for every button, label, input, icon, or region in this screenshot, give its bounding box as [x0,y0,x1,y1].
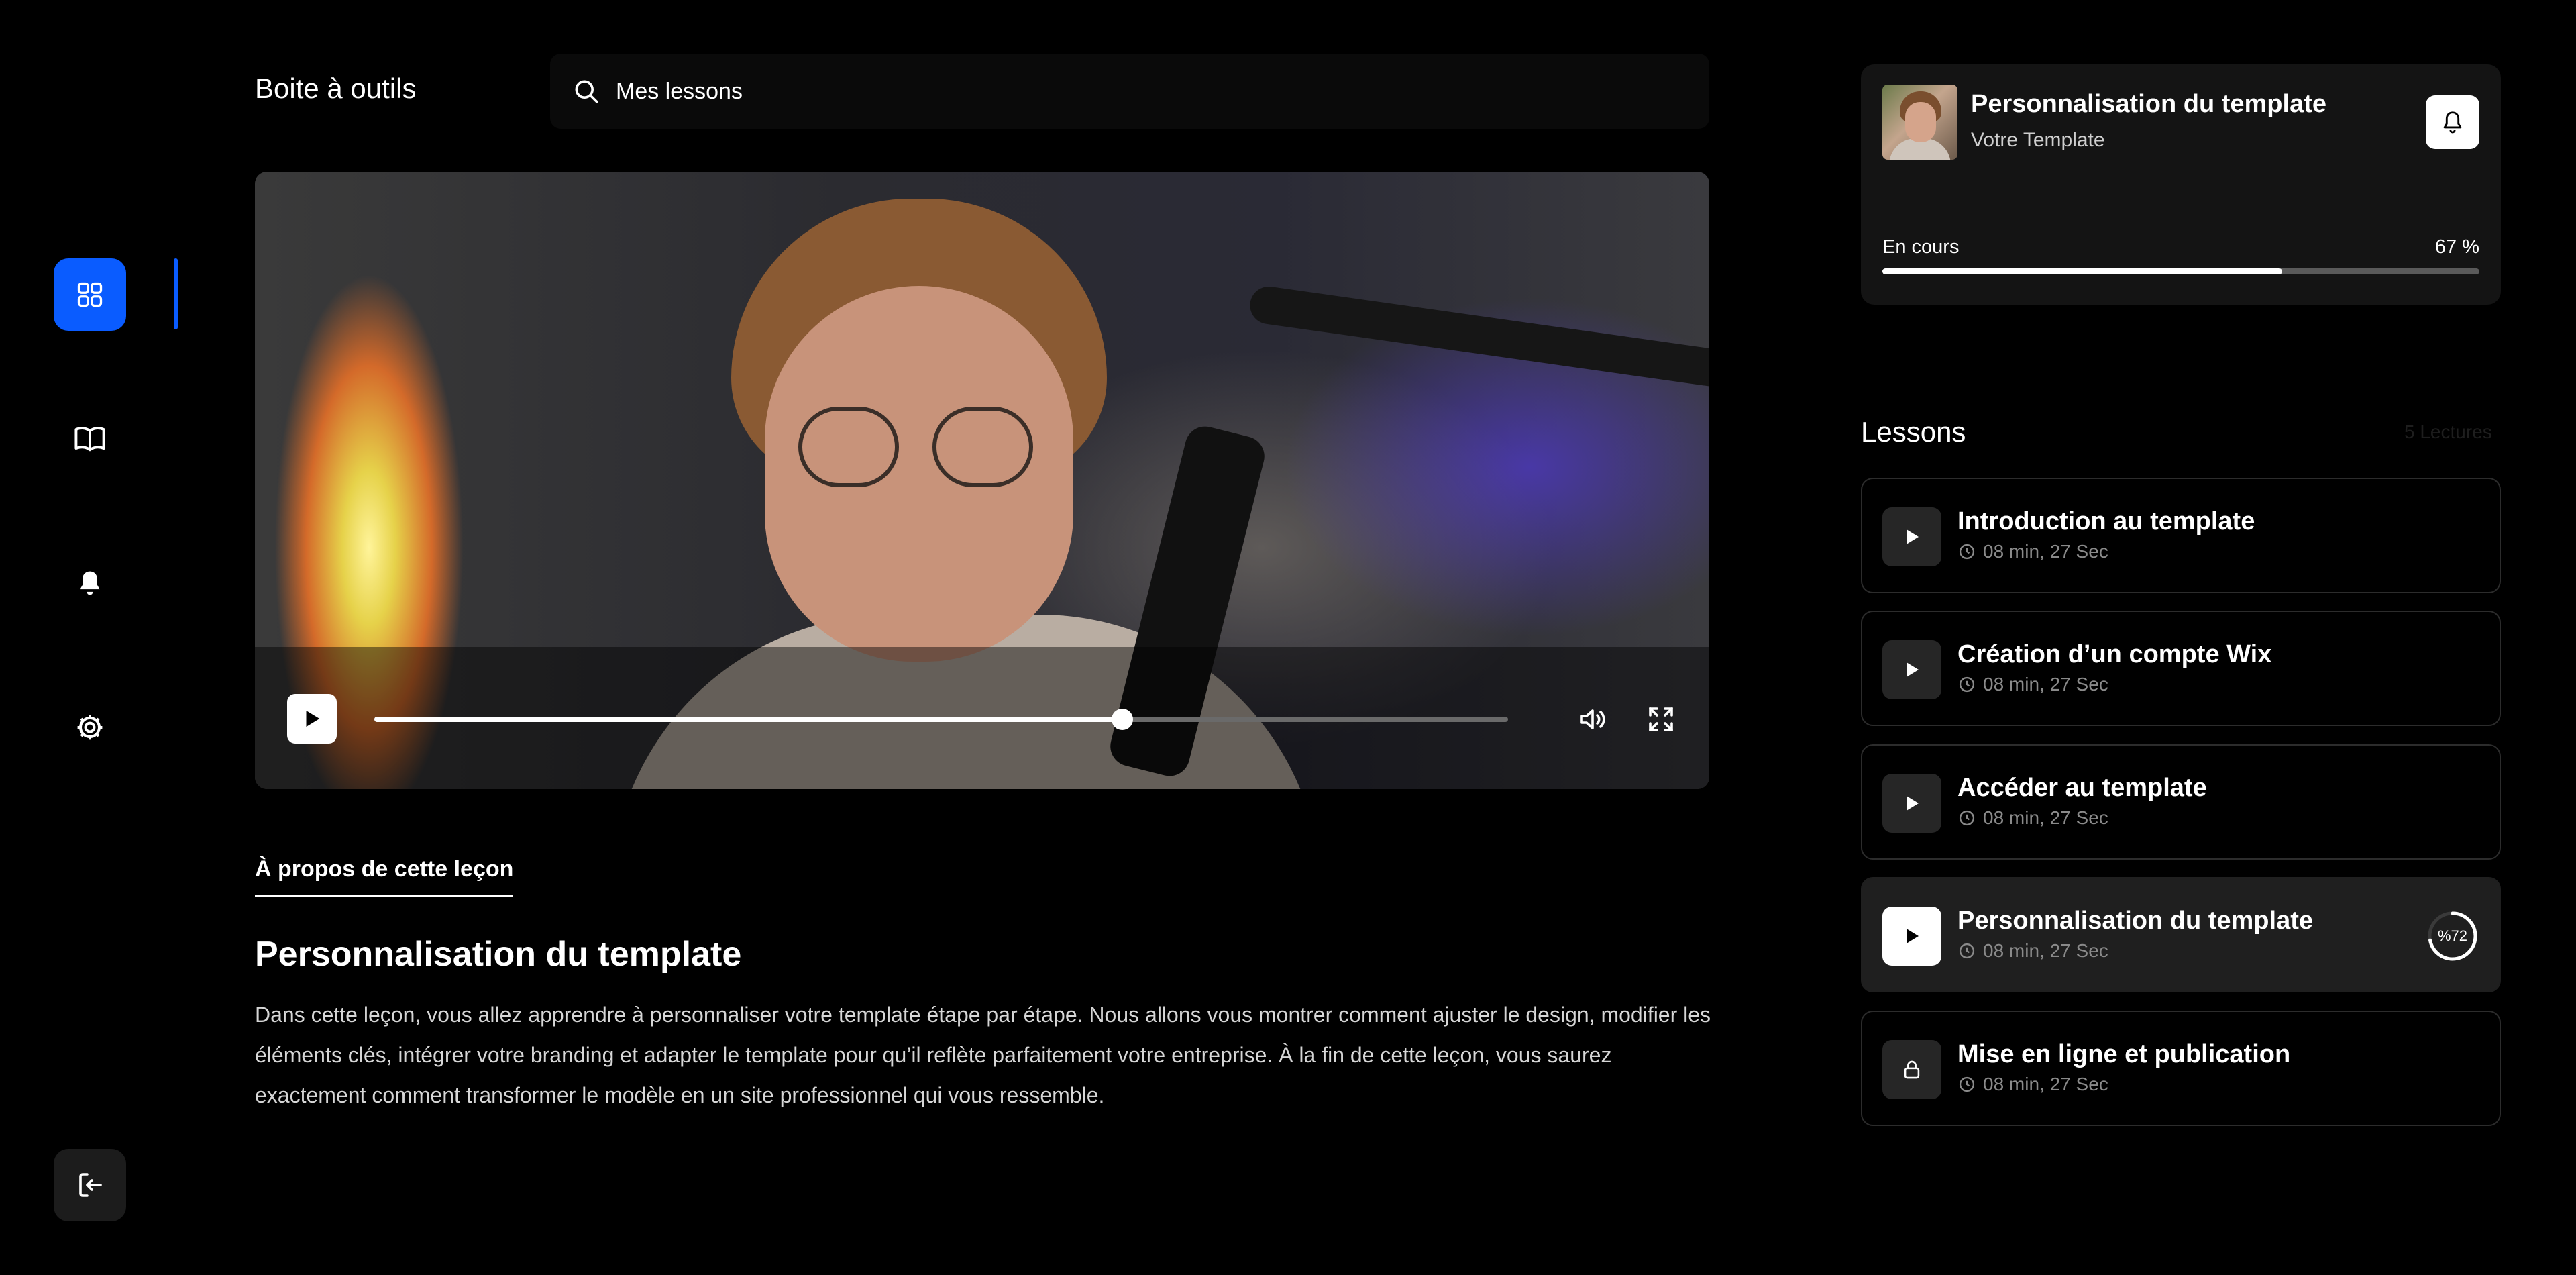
gear-icon [77,715,103,740]
status-percent: 67 % [2434,236,2479,258]
logout-icon [79,1173,102,1197]
tab-about-lesson[interactable]: À propos de cette leçon [255,856,514,897]
lesson-play-button[interactable] [1882,507,1941,566]
lesson-play-button[interactable] [1882,640,1941,699]
play-icon [1907,662,1919,677]
clock-icon [1959,676,1975,693]
search-icon [575,80,598,103]
lesson-heading: Personnalisation du template [255,935,742,974]
play-icon [1907,529,1919,544]
logout-button[interactable] [54,1149,126,1221]
lesson-title: Mise en ligne et publication [1957,1040,2291,1068]
status-label: En cours [1882,236,1960,258]
volume-icon [1580,709,1605,729]
video-progress-track[interactable] [374,709,1508,730]
nav-courses-button[interactable] [54,403,126,475]
course-progress-fill [1882,268,2283,274]
course-progress-bar [1882,268,2479,274]
play-icon [306,710,320,727]
current-lesson-subtitle: Votre Template [1971,129,2105,151]
video-controls [255,647,1709,789]
page-title: Boite à outils [255,72,417,104]
clock-icon [1959,943,1975,959]
clock-icon [1959,1076,1975,1092]
lesson-item[interactable]: Accéder au template 08 min, 27 Sec [1861,744,2501,860]
sidebar [0,0,181,1275]
lesson-title: Personnalisation du template [1957,907,2313,935]
current-lesson-card: Personnalisation du template Votre Templ… [1861,64,2501,305]
lesson-play-button[interactable] [1882,907,1941,966]
lesson-duration: 08 min, 27 Sec [1957,807,2108,829]
lesson-lock-badge [1882,1040,1941,1099]
clock-icon [1959,810,1975,826]
fullscreen-icon [1649,707,1673,731]
lesson-duration: 08 min, 27 Sec [1957,674,2108,695]
lessons-heading: Lessons [1861,416,1966,448]
fullscreen-button[interactable] [1645,703,1677,739]
lesson-description: Dans cette leçon, vous allez apprendre à… [255,1003,1711,1107]
nav-notifications-button[interactable] [54,547,126,619]
nav-settings-button[interactable] [54,691,126,764]
current-lesson-title: Personnalisation du template [1971,90,2326,118]
search-label: Mes lessons [616,78,743,104]
notify-button[interactable] [2426,95,2479,149]
lesson-duration: 08 min, 27 Sec [1957,1074,2108,1095]
lesson-progress-label: %72 [2437,927,2468,944]
lock-icon [1904,1060,1920,1079]
video-progress-fill [374,717,1123,722]
lesson-duration: 08 min, 27 Sec [1957,940,2108,962]
lesson-title: Création d’un compte Wix [1957,640,2272,668]
lesson-thumbnail [1882,85,1957,160]
lessons-count: 5 Lectures [2404,421,2492,442]
lesson-item-active[interactable]: Personnalisation du template 08 min, 27 … [1861,877,2501,992]
lesson-item-locked[interactable]: Mise en ligne et publication 08 min, 27 … [1861,1011,2501,1126]
search-input[interactable]: Mes lessons [550,54,1709,129]
play-icon [1907,796,1919,811]
grid-icon [77,282,103,307]
lesson-item[interactable]: Création d’un compte Wix 08 min, 27 Sec [1861,611,2501,726]
bell-outline-icon [2443,111,2462,134]
volume-button[interactable] [1576,703,1609,739]
lesson-title: Accéder au template [1957,774,2207,802]
nav-dashboard-button[interactable] [54,258,126,331]
play-icon [1907,929,1919,944]
lesson-duration: 08 min, 27 Sec [1957,541,2108,562]
lesson-title: Introduction au template [1957,507,2255,536]
video-player[interactable] [255,172,1709,789]
lesson-item[interactable]: Introduction au template 08 min, 27 Sec [1861,478,2501,593]
clock-icon [1959,544,1975,560]
book-icon [74,427,105,452]
video-scrubber-handle[interactable] [1112,709,1134,730]
lesson-play-button[interactable] [1882,774,1941,833]
active-nav-indicator [174,258,178,329]
bell-icon [80,571,100,595]
play-button[interactable] [287,694,337,744]
